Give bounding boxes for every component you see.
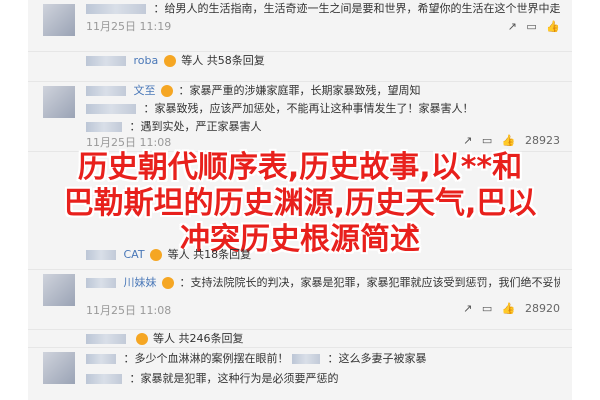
username-suffix[interactable]: 文至 — [134, 84, 156, 97]
comment-icon[interactable]: ▭ — [482, 302, 492, 315]
comment-icon[interactable]: ▭ — [526, 20, 536, 33]
username[interactable] — [86, 374, 122, 384]
vip-badge-icon — [150, 249, 163, 261]
like-icon[interactable]: 👍 — [502, 134, 516, 147]
reply-summary[interactable]: 等人 共58条回复 — [181, 54, 265, 67]
comment-actions: ↗ ▭ 👍 28923 — [457, 134, 560, 147]
username[interactable] — [292, 354, 320, 364]
comment-text: ：多少个血淋淋的案例摆在眼前！ — [123, 352, 289, 365]
share-icon[interactable]: ↗ — [463, 134, 472, 147]
comment-item: 等人 共246条回复 — [28, 330, 572, 348]
headline-overlay: 历史朝代顺序表,历史故事,以**和 巴勒斯坦的历史渊源,历史天气,巴以 冲突历史… — [28, 150, 572, 258]
comment-item: ：给男人的生活指南，生活奇迹一生之间是要和世界，希望你的生活在这个世界中走得更远… — [28, 0, 572, 52]
comment-text: ：家暴就是犯罪，这种行为是必须要严惩的 — [129, 372, 339, 385]
username[interactable] — [86, 86, 126, 96]
headline-line-2: 巴勒斯坦的历史渊源,历史天气,巴以 — [63, 186, 537, 221]
username[interactable] — [86, 122, 122, 132]
vip-badge-icon — [163, 55, 176, 67]
username[interactable] — [86, 4, 146, 14]
comment-item: 文至 ：家暴严重的涉嫌家庭罪，长期家暴致残，望周知 ：家暴致残，应该严加惩处，不… — [28, 82, 572, 152]
comment-text: ：家暴严重的涉嫌家庭罪，长期家暴致残，望周知 — [178, 84, 421, 97]
avatar[interactable] — [43, 86, 75, 118]
avatar[interactable] — [43, 274, 75, 306]
comment-item: ：多少个血淋淋的案例摆在眼前！ ：这么多妻子被家暴 ：家暴就是犯罪，这种行为是必… — [28, 348, 572, 400]
share-icon[interactable]: ↗ — [508, 20, 517, 33]
comment-text: ：这么多妻子被家暴 — [327, 352, 427, 365]
comment-actions: ↗ ▭ 👍 — [502, 20, 560, 33]
username-suffix[interactable]: roba — [134, 54, 159, 67]
comment-time: 11月25日 11:08 — [86, 136, 172, 149]
like-count: 28920 — [525, 302, 560, 315]
comment-actions: ↗ ▭ 👍 28920 — [457, 302, 560, 315]
reply-summary[interactable]: 等人 共246条回复 — [153, 332, 244, 345]
username[interactable] — [86, 334, 126, 344]
like-icon[interactable]: 👍 — [502, 302, 516, 315]
comment-feed: ：给男人的生活指南，生活奇迹一生之间是要和世界，希望你的生活在这个世界中走得更远… — [28, 0, 572, 400]
share-icon[interactable]: ↗ — [463, 302, 472, 315]
vip-badge-icon — [135, 333, 148, 345]
headline-line-1: 历史朝代顺序表,历史故事,以**和 — [77, 150, 523, 185]
comment-text: ：遇到实处，严正家暴害人 — [129, 120, 262, 133]
username[interactable] — [86, 354, 116, 364]
comment-text: ：支持法院院长的判决，家暴是犯罪，家暴犯罪就应该受到惩罚，我们绝不妥协 — [179, 276, 561, 289]
comment-text: ：给男人的生活指南，生活奇迹一生之间是要和世界，希望你的生活在这个世界中走得更远… — [153, 2, 561, 15]
username-suffix[interactable]: 川妹妹 — [124, 276, 157, 289]
vip-badge-icon — [161, 85, 173, 97]
avatar[interactable] — [43, 352, 75, 384]
comment-item: roba 等人 共58条回复 — [28, 52, 572, 82]
username[interactable] — [86, 278, 116, 288]
vip-badge-icon — [162, 277, 174, 289]
comment-icon[interactable]: ▭ — [482, 134, 492, 147]
like-count: 28923 — [525, 134, 560, 147]
username[interactable] — [86, 56, 126, 66]
username-suffix[interactable]: CAT — [124, 248, 145, 261]
comment-time: 11月25日 11:08 — [86, 304, 172, 317]
comment-text: ：家暴致残，应该严加惩处，不能再让这种事情发生了！家暴害人！ — [143, 102, 474, 115]
comment-time: 11月25日 11:19 — [86, 20, 172, 33]
comment-item: CAT 等人 共18条回复 — [28, 246, 572, 270]
username[interactable] — [86, 250, 116, 260]
comment-item: 川妹妹 ：支持法院院长的判决，家暴是犯罪，家暴犯罪就应该受到惩罚，我们绝不妥协 … — [28, 270, 572, 330]
avatar[interactable] — [43, 4, 75, 36]
username[interactable] — [86, 104, 136, 114]
reply-summary[interactable]: 等人 共18条回复 — [168, 248, 252, 261]
like-icon[interactable]: 👍 — [546, 20, 560, 33]
